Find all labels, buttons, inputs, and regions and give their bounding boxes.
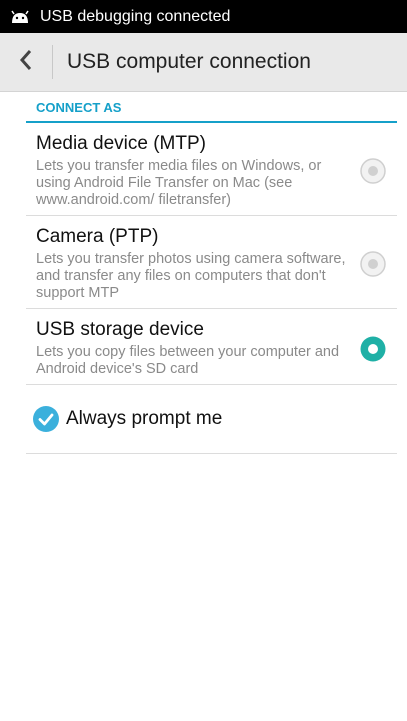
- option-title: USB storage device: [36, 319, 204, 340]
- option-description: Lets you copy files between your compute…: [36, 344, 340, 377]
- always-prompt-label: Always prompt me: [66, 408, 223, 429]
- radio-media-device[interactable]: [349, 157, 397, 185]
- option-media-device[interactable]: Media device (MTP) Lets you transfer med…: [26, 123, 397, 216]
- chevron-left-icon: [19, 49, 33, 76]
- section-header: CONNECT AS: [26, 100, 397, 123]
- checkbox-checked-icon[interactable]: [32, 405, 60, 433]
- option-title: Media device (MTP): [36, 133, 206, 154]
- option-camera[interactable]: Camera (PTP) Lets you transfer photos us…: [26, 216, 397, 309]
- connect-as-section: CONNECT AS Media device (MTP) Lets you t…: [26, 92, 397, 385]
- radio-usb-storage[interactable]: [349, 335, 397, 363]
- page-title: USB computer connection: [67, 50, 311, 73]
- back-button[interactable]: [0, 33, 52, 91]
- option-description: Lets you transfer media files on Windows…: [36, 158, 322, 208]
- option-description: Lets you transfer photos using camera so…: [36, 251, 346, 301]
- app-bar: USB computer connection: [0, 33, 407, 92]
- option-usb-storage[interactable]: USB storage device Lets you copy files b…: [26, 309, 397, 385]
- radio-camera[interactable]: [349, 250, 397, 278]
- always-prompt-row[interactable]: Always prompt me: [26, 385, 397, 454]
- option-title: Camera (PTP): [36, 226, 159, 247]
- status-bar: USB debugging connected: [0, 0, 407, 33]
- status-text: USB debugging connected: [40, 7, 231, 25]
- android-debug-icon: [10, 10, 30, 24]
- appbar-divider: [52, 45, 53, 79]
